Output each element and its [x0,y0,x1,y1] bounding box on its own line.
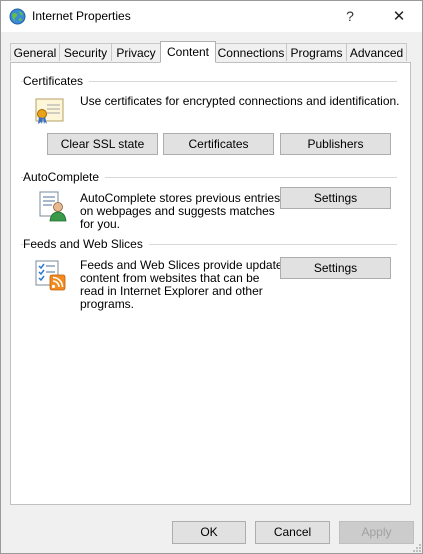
internet-properties-window: Internet Properties ? ✕ General Security… [0,0,423,554]
feeds-description: Feeds and Web Slices provide updated con… [80,259,289,311]
title-bar: Internet Properties ? ✕ [1,1,422,32]
feeds-group-title: Feeds and Web Slices [23,237,149,251]
autocomplete-icon [38,190,68,222]
autocomplete-description: AutoComplete stores previous entries on … [80,192,280,231]
tab-privacy[interactable]: Privacy [111,43,161,61]
feeds-description-line: programs. [80,297,135,311]
window-title: Internet Properties [32,9,131,23]
tab-general[interactable]: General [10,43,60,61]
tab-advanced[interactable]: Advanced [346,43,407,61]
tab-content[interactable]: Content [160,41,216,63]
internet-globe-icon [9,8,26,25]
help-button[interactable]: ? [338,1,362,32]
resize-grip-icon[interactable] [410,541,422,553]
tab-strip: General Security Privacy Content Connect… [1,41,422,63]
tab-programs[interactable]: Programs [286,43,347,61]
certificates-group-title: Certificates [23,74,90,88]
close-button[interactable]: ✕ [379,1,419,32]
publishers-button[interactable]: Publishers [280,133,391,155]
tab-connections[interactable]: Connections [215,43,287,61]
certificates-description: Use certificates for encrypted connectio… [80,94,400,108]
certificate-icon [33,96,67,126]
autocomplete-settings-button[interactable]: Settings [280,187,391,209]
feeds-settings-button[interactable]: Settings [280,257,391,279]
certificates-button[interactable]: Certificates [163,133,274,155]
clear-ssl-state-button[interactable]: Clear SSL state [47,133,158,155]
apply-button[interactable]: Apply [339,521,414,544]
autocomplete-description-line: for you. [80,217,121,231]
content-tab-panel: Certificates Use certificates for encryp… [10,62,411,505]
cancel-button[interactable]: Cancel [255,521,330,544]
autocomplete-group-title: AutoComplete [23,170,106,184]
ok-button[interactable]: OK [172,521,246,544]
tab-security[interactable]: Security [59,43,112,61]
feeds-icon [34,259,68,291]
